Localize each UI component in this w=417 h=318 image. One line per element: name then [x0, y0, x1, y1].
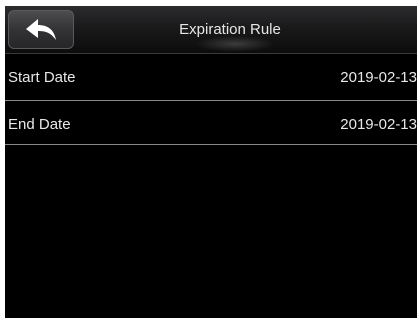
page-title: Expiration Rule	[179, 21, 281, 38]
end-date-label: End Date	[8, 116, 71, 133]
end-date-value: 2019-02-13	[340, 116, 417, 133]
divider	[5, 144, 417, 145]
start-date-label: Start Date	[8, 69, 76, 86]
device-screen: Expiration Rule Start Date 2019-02-13 En…	[5, 6, 417, 318]
back-button[interactable]	[8, 10, 74, 49]
start-date-value: 2019-02-13	[340, 69, 417, 86]
title-bar: Expiration Rule	[5, 6, 417, 54]
list-item-start-date[interactable]: Start Date 2019-02-13	[5, 54, 417, 102]
list-item-end-date[interactable]: End Date 2019-02-13	[5, 101, 417, 149]
back-arrow-icon	[25, 18, 57, 42]
